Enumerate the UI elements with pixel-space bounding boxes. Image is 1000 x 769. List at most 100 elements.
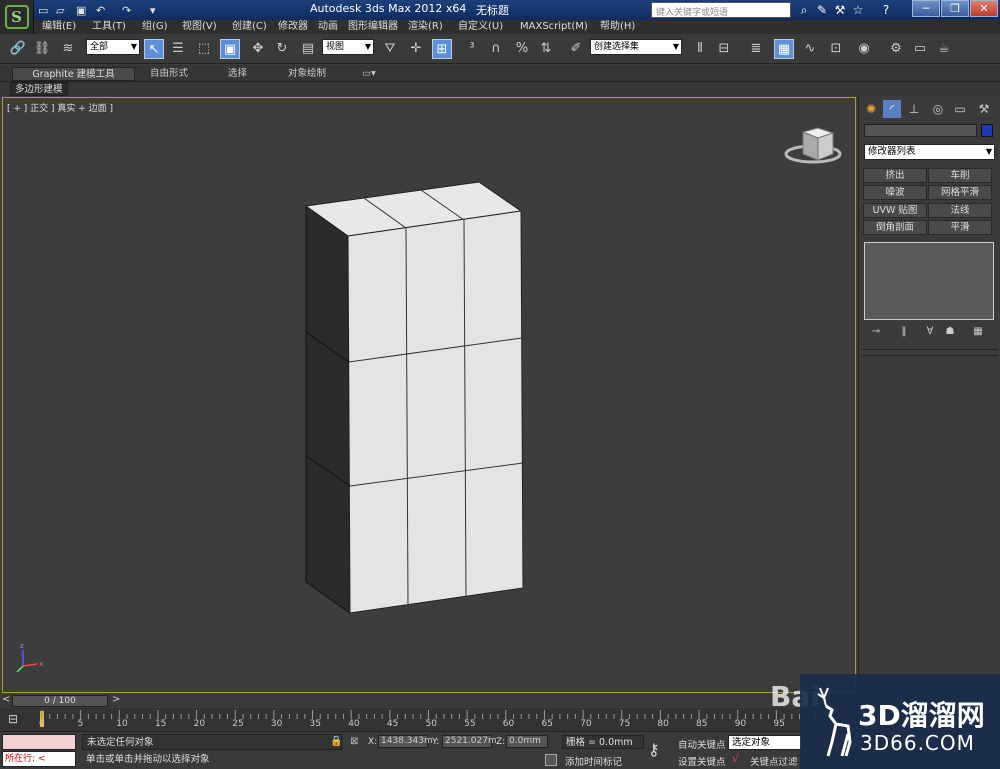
pin-stack-icon[interactable]: ⊸ — [867, 326, 885, 340]
auto-key-toggle[interactable]: 自动关键点 — [678, 737, 726, 751]
named-selection-select[interactable]: 创建选择集 ▼ — [590, 39, 682, 55]
modifier-bevel-profile-button[interactable]: 倒角剖面 — [863, 220, 927, 235]
polygon-modeling-panel[interactable]: 多边形建模 — [10, 82, 68, 96]
graphite-toggle-icon[interactable]: ▦ — [774, 39, 794, 59]
key-filters-button[interactable]: 关键点过滤 — [750, 754, 798, 768]
link-icon[interactable]: 🔗 — [8, 39, 28, 59]
modifier-normal-button[interactable]: 法线 — [928, 203, 992, 218]
menu-modifiers[interactable]: 修改器 — [278, 20, 308, 34]
select-manipulate-icon[interactable]: ✛ — [406, 39, 426, 59]
angle-snap-icon[interactable]: ∩ — [486, 39, 506, 59]
render-setup-icon[interactable]: ⚙ — [886, 39, 906, 59]
curve-editor-icon[interactable]: ∿ — [800, 39, 820, 59]
modifier-extrude-button[interactable]: 挤出 — [863, 168, 927, 183]
rendered-frame-icon[interactable]: ▭ — [910, 39, 930, 59]
absolute-mode-icon[interactable]: ⊠ — [350, 736, 358, 747]
motion-tab-icon[interactable]: ◎ — [929, 100, 947, 118]
time-tag-icon[interactable] — [545, 754, 557, 766]
keyboard-shortcut-override-icon[interactable]: ⊞ — [432, 39, 452, 59]
menu-rendering[interactable]: 渲染(R) — [408, 20, 443, 34]
maxscript-line[interactable]: 所在行: < — [2, 751, 76, 767]
minimize-button[interactable]: ─ — [912, 0, 940, 17]
tab-graphite-modeling[interactable]: Graphite 建模工具 — [12, 67, 135, 81]
schematic-view-icon[interactable]: ⊡ — [826, 39, 846, 59]
menu-create[interactable]: 创建(C) — [232, 20, 267, 34]
search-input[interactable]: 键入关键字或短语 — [651, 2, 791, 18]
material-editor-icon[interactable]: ◉ — [854, 39, 874, 59]
rectangular-selection-icon[interactable]: ⬚ — [194, 39, 214, 59]
align-icon[interactable]: ⊟ — [714, 39, 734, 59]
close-button[interactable]: ✕ — [970, 0, 998, 17]
key-icon[interactable]: ⚷ — [648, 740, 672, 760]
pivot-center-icon[interactable]: ⛛ — [380, 39, 400, 59]
time-slider[interactable]: 0 / 100 — [12, 695, 108, 707]
ribbon-options-icon[interactable]: ▭▾ — [362, 67, 376, 81]
edit-named-selection-icon[interactable]: ✐ — [566, 39, 586, 59]
show-end-result-icon[interactable]: ‖ — [895, 326, 913, 340]
modifier-uvw-map-button[interactable]: UVW 贴图 — [863, 203, 927, 218]
layer-manager-icon[interactable]: ≣ — [746, 39, 766, 59]
prev-frame-icon[interactable]: < — [2, 694, 10, 705]
tab-freeform[interactable]: 自由形式 — [150, 67, 188, 81]
menu-maxscript[interactable]: MAXScript(M) — [520, 20, 588, 34]
menu-help[interactable]: 帮助(H) — [600, 20, 635, 34]
star-icon[interactable]: ☆ — [850, 2, 866, 18]
bind-spacewarp-icon[interactable]: ≋ — [58, 39, 78, 59]
tab-selection[interactable]: 选择 — [228, 67, 247, 81]
mirror-icon[interactable]: ⫴ — [690, 39, 710, 59]
reference-coord-select[interactable]: 视图 ▼ — [322, 39, 374, 55]
maxscript-listener[interactable] — [2, 734, 76, 750]
menu-tools[interactable]: 工具(T) — [92, 20, 126, 34]
hierarchy-tab-icon[interactable]: ⊥ — [905, 100, 923, 118]
object-color-swatch[interactable] — [981, 124, 993, 137]
tab-object-paint[interactable]: 对象绘制 — [288, 67, 326, 81]
percent-snap-icon[interactable]: % — [512, 39, 532, 59]
menu-graph-editors[interactable]: 图形编辑器 — [348, 20, 398, 34]
undo-icon[interactable]: ↶ — [96, 2, 105, 18]
spinner-snap-icon[interactable]: ⇅ — [536, 39, 556, 59]
create-tab-icon[interactable]: ✺ — [862, 100, 880, 118]
next-frame-icon[interactable]: > — [112, 694, 120, 705]
menu-animation[interactable]: 动画 — [318, 20, 338, 34]
render-teapot-icon[interactable]: ☕ — [934, 39, 954, 59]
perspective-viewport[interactable]: [ + ] 正交 ] 真实 + 边面 ] z x — [2, 97, 856, 693]
selection-filter-select[interactable]: 全部 ▼ — [86, 39, 140, 55]
select-by-name-icon[interactable]: ☰ — [168, 39, 188, 59]
modifier-smooth-button[interactable]: 平滑 — [928, 220, 992, 235]
new-file-icon[interactable]: ▭ — [38, 2, 48, 18]
quick-access-dropdown-icon[interactable]: ▾ — [150, 2, 156, 18]
modifier-stack[interactable] — [864, 242, 994, 320]
menu-customize[interactable]: 自定义(U) — [458, 20, 503, 34]
z-coord-field[interactable]: 0.0mm — [506, 735, 548, 748]
display-tab-icon[interactable]: ▭ — [951, 100, 969, 118]
key-selection-select[interactable]: 选定对象 — [728, 735, 802, 750]
make-unique-icon[interactable]: ∀ — [921, 326, 939, 340]
add-time-tag[interactable]: 添加时间标记 — [565, 754, 622, 768]
modifier-meshsmooth-button[interactable]: 网格平滑 — [928, 185, 992, 200]
key-filter-icon[interactable]: √ — [732, 752, 739, 765]
menu-view[interactable]: 视图(V) — [182, 20, 217, 34]
configure-modifier-sets-icon[interactable]: ▦ — [969, 326, 987, 340]
app-logo[interactable]: S — [0, 0, 34, 34]
scale-icon[interactable]: ▤ — [298, 39, 318, 59]
open-file-icon[interactable]: ▱ — [56, 2, 64, 18]
move-icon[interactable]: ✥ — [248, 39, 268, 59]
modify-tab-icon[interactable]: ◜ — [883, 100, 901, 118]
modifier-noise-button[interactable]: 噪波 — [863, 185, 927, 200]
set-key-toggle[interactable]: 设置关键点 — [678, 754, 726, 768]
y-coord-field[interactable]: 2521.027m — [442, 735, 497, 748]
binoculars-icon[interactable]: ⌕ — [796, 2, 812, 18]
restore-button[interactable]: ❐ — [941, 0, 969, 17]
save-file-icon[interactable]: ▣ — [76, 2, 86, 18]
menu-group[interactable]: 组(G) — [142, 20, 168, 34]
x-coord-field[interactable]: 1438.343m — [378, 735, 433, 748]
help-icon[interactable]: ? — [878, 2, 894, 18]
utilities-tab-icon[interactable]: ⚒ — [975, 100, 993, 118]
remove-modifier-icon[interactable]: ☗ — [941, 326, 959, 340]
menu-edit[interactable]: 编辑(E) — [42, 20, 76, 34]
viewcube[interactable] — [784, 127, 842, 164]
unlink-icon[interactable]: ⛓ — [32, 39, 52, 59]
snaps-toggle-icon[interactable]: ³ — [462, 39, 482, 59]
viewport-canvas[interactable]: z x — [3, 98, 855, 692]
tools-icon[interactable]: ✎ — [814, 2, 830, 18]
